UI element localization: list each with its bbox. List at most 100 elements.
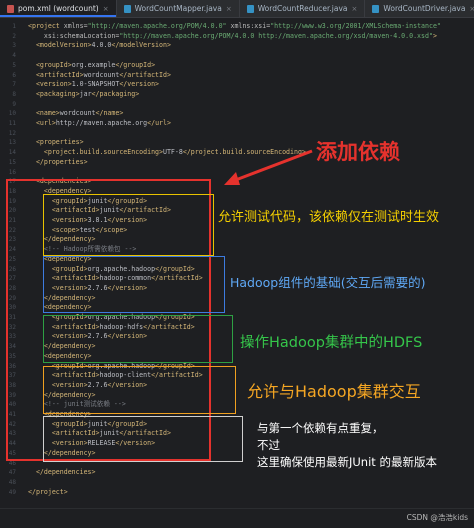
line-number: 4 [12,52,16,60]
line-number: 10 [8,110,16,118]
code-token: <groupId> [35,60,72,69]
annotation-junit-note-line3: 这里确保使用最新JUnit 的最新版本 [257,455,437,469]
code-token: UTF-8 [162,148,183,157]
annotation-junit-note-line1: 与第一个依赖有点重复， [257,421,384,435]
code-token: </version> [119,80,160,89]
junit-test-box [43,194,214,256]
code-line: <modelVersion>4.0.0</modelVersion> [28,41,171,51]
code-token: <artifactId> [35,70,84,79]
code-line: </dependencies> [28,468,96,478]
code-token: </dependencies> [35,468,96,477]
editor-tab[interactable]: WordCountMapper.java × [117,0,240,17]
editor-tab[interactable]: WordCountDriver.java× [365,0,474,17]
code-line: <packaging>jar</packaging> [28,90,139,100]
java-class-icon [372,4,380,13]
code-token: </name> [95,109,124,118]
code-token: </groupId> [115,60,156,69]
editor-tab-bar: pom.xml (wordcount) × WordCountMapper.java… [0,0,474,18]
code-line: <groupId>org.example</groupId> [28,61,155,71]
editor-tab-label: WordCountDriver.java [383,4,466,13]
code-line: <project xmlns="http://maven.apache.org/… [28,22,441,32]
java-class-icon [123,4,131,13]
code-token: "http://maven.apache.org/POM/4.0.0" [87,22,231,30]
editor-tab[interactable]: WordCountReducer.java × [240,0,366,17]
line-number: 14 [8,149,16,157]
editor-tab-label: pom.xml (wordcount) [18,4,99,13]
line-number: 7 [12,81,16,89]
code-token: <project.build.sourceEncoding> [43,148,163,157]
line-number: 48 [8,478,16,486]
line-number: 47 [8,469,16,477]
code-token: <project [28,22,64,30]
editor-tab[interactable]: pom.xml (wordcount) × [0,0,117,17]
close-icon[interactable]: × [469,5,474,13]
status-bar: CSDN @浩浩kids [0,508,474,528]
annotation-hadoop-common: Hadoop组件的基础(交互后需要的) [230,275,426,290]
annotation-junit-test: 允许测试代码，该依赖仅在测试时生效 [218,210,440,225]
code-token: <properties> [35,138,84,147]
code-token: http://maven.apache.org [55,119,148,127]
line-number: 3 [12,42,16,50]
line-number: 5 [12,61,16,69]
java-class-icon [246,4,254,13]
code-line: <url>http://maven.apache.org</url> [28,119,171,129]
line-number: 9 [12,100,16,108]
code-line: <name>wordcount</name> [28,109,123,119]
code-token: <version> [35,80,72,89]
editor-tab-label: WordCountMapper.java [134,4,222,13]
code-token: org.example [71,60,116,69]
close-icon[interactable]: × [226,5,232,13]
code-token: </project.build.sourceEncoding> [182,148,306,157]
maven-file-icon [7,4,14,13]
code-token: <url> [35,119,56,127]
line-number: 2 [12,32,16,40]
close-icon[interactable]: × [103,5,109,13]
line-number: 6 [12,71,16,79]
code-token: </packaging> [91,89,140,98]
code-token: </properties> [35,157,88,166]
code-line: <artifactId>wordcount</artifactId> [28,71,171,81]
annotation-add-dependency: 添加依赖 [316,140,400,164]
line-number: 8 [12,90,16,98]
code-token: xmlns:xsi= [230,22,271,30]
code-token: wordcount [59,109,96,118]
editor-tab-label: WordCountReducer.java [257,4,348,13]
annotation-hadoop-hdfs: 操作Hadoop集群中的HDFS [240,335,423,351]
code-token: </artifactId> [119,70,171,79]
code-line: <project.build.sourceEncoding>UTF-8</pro… [28,148,306,158]
close-icon[interactable]: × [352,5,358,13]
code-token: > [432,31,437,40]
code-line: <version>1.0-SNAPSHOT</version> [28,80,159,90]
code-token: </modelVersion> [111,41,171,50]
code-token: jar [79,89,92,98]
line-number: 16 [8,168,16,176]
line-number: 15 [8,158,16,166]
line-number: 49 [8,488,16,496]
code-token: xsi:schemaLocation= [43,31,120,40]
code-token: "http://maven.apache.org/POM/4.0.0 http:… [119,31,433,40]
hadoop-common-box [43,256,225,313]
code-line: xsi:schemaLocation="http://maven.apache.… [28,32,437,42]
hadoop-hdfs-box [43,315,233,363]
annotation-junit-note-line2: 不过 [257,438,280,452]
watermark-text: CSDN @浩浩kids [406,513,468,522]
code-token: xmlns= [63,22,88,30]
line-number: 13 [8,139,16,147]
code-token: </url> [147,119,171,127]
code-token: <name> [35,109,60,118]
annotation-hadoop-client: 允许与Hadoop集群交互 [247,382,421,401]
line-number: 1 [12,23,16,30]
line-number: 12 [8,129,16,137]
code-token: </project> [28,487,68,496]
